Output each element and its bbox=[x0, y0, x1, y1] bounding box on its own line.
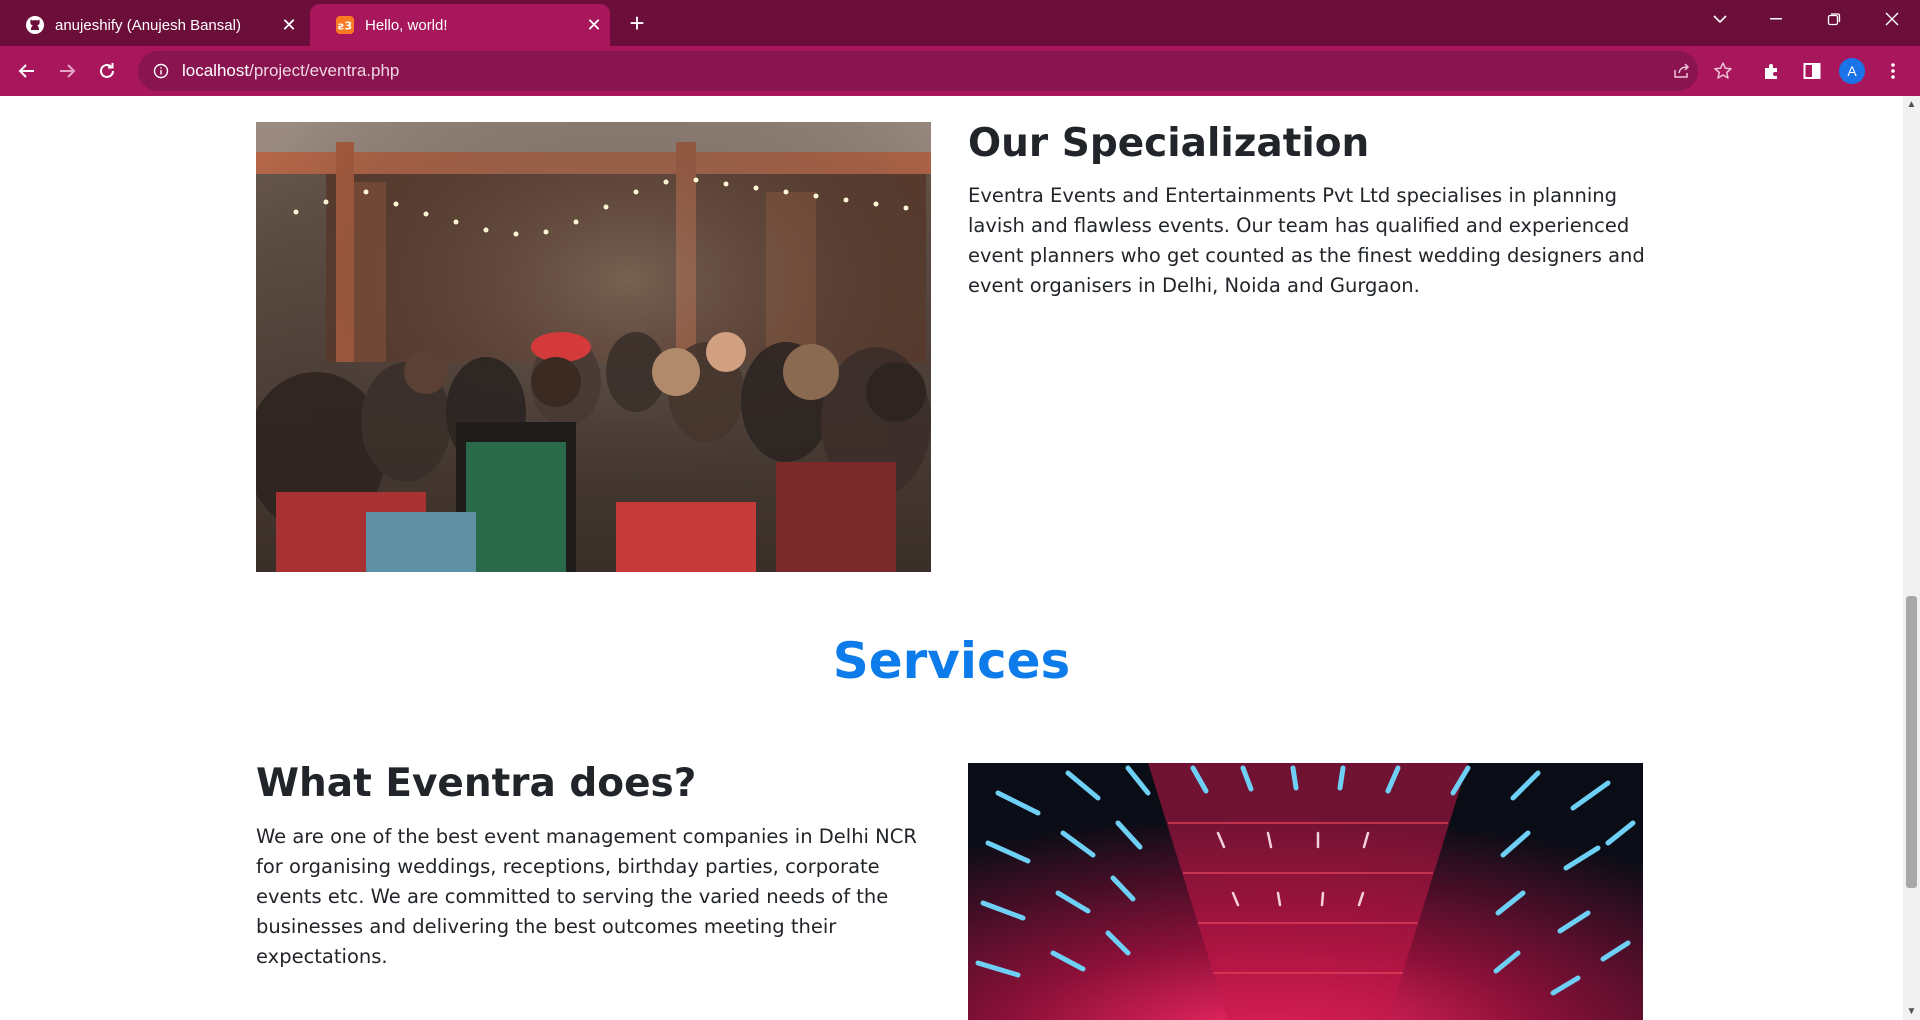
what-eventra-does-heading: What Eventra does? bbox=[256, 761, 697, 806]
specialization-text: Eventra Events and Entertainments Pvt Lt… bbox=[968, 184, 1645, 297]
url-text: localhost/project/eventra.php bbox=[182, 61, 400, 80]
tab-title: Hello, world! bbox=[365, 16, 448, 34]
close-tab-icon[interactable]: ✕ bbox=[578, 15, 610, 36]
bookmark-star-icon[interactable] bbox=[1706, 54, 1740, 88]
svg-text:ƨ3: ƨ3 bbox=[338, 20, 352, 33]
xampp-icon: ƨ3 bbox=[335, 15, 355, 35]
tab-hello-world[interactable]: ƨ3 Hello, world! ✕ bbox=[310, 4, 610, 46]
more-menu-icon[interactable] bbox=[1876, 54, 1910, 88]
scroll-down-arrow-icon[interactable]: ▼ bbox=[1903, 1003, 1920, 1020]
reload-button[interactable] bbox=[90, 54, 124, 88]
share-icon[interactable] bbox=[1665, 54, 1699, 88]
page-viewport: Our Specialization Eventra Events and En… bbox=[0, 96, 1903, 1020]
new-tab-button[interactable]: + bbox=[620, 6, 654, 40]
tab-github[interactable]: anujeshify (Anujesh Bansal) ✕ bbox=[0, 4, 305, 46]
forward-button[interactable] bbox=[50, 54, 84, 88]
browser-toolbar: localhost/project/eventra.php A bbox=[0, 46, 1920, 96]
extensions-puzzle-icon[interactable] bbox=[1755, 54, 1789, 88]
party-crowd-photo bbox=[256, 122, 931, 572]
restore-button[interactable] bbox=[1806, 0, 1862, 38]
neon-tunnel-photo bbox=[968, 763, 1643, 1020]
side-panel-icon[interactable] bbox=[1795, 54, 1829, 88]
tab-strip: anujeshify (Anujesh Bansal) ✕ ƨ3 Hello, … bbox=[0, 0, 1920, 46]
site-info-icon[interactable] bbox=[150, 63, 172, 79]
back-button[interactable] bbox=[10, 54, 44, 88]
github-icon bbox=[25, 15, 45, 35]
services-title: Services bbox=[832, 632, 1071, 690]
what-eventra-does-text: We are one of the best event management … bbox=[256, 825, 917, 968]
tab-title: anujeshify (Anujesh Bansal) bbox=[55, 16, 241, 34]
tab-search-chevron-icon[interactable] bbox=[1692, 0, 1748, 38]
scroll-up-arrow-icon[interactable]: ▲ bbox=[1903, 96, 1920, 113]
address-bar[interactable]: localhost/project/eventra.php bbox=[138, 51, 1698, 91]
close-tab-icon[interactable]: ✕ bbox=[273, 15, 305, 36]
scrollbar-thumb[interactable] bbox=[1906, 596, 1917, 888]
profile-avatar[interactable]: A bbox=[1835, 54, 1869, 88]
page-scrollbar[interactable]: ▲ ▼ bbox=[1903, 96, 1920, 1020]
close-window-button[interactable] bbox=[1864, 0, 1920, 38]
minimize-button[interactable] bbox=[1748, 0, 1804, 38]
specialization-heading: Our Specialization bbox=[968, 121, 1370, 166]
